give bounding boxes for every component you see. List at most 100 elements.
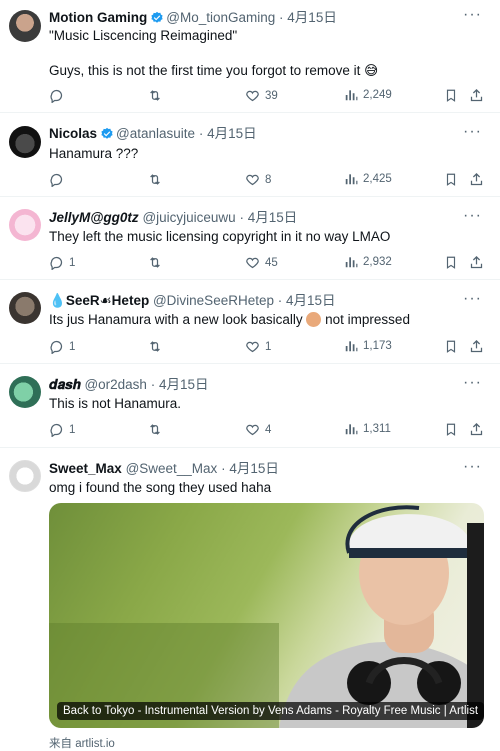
timestamp[interactable]: 4月15日 xyxy=(286,293,336,308)
man-with-headphones-image xyxy=(49,505,484,728)
tweet[interactable]: Nicolas @atanlasuite · 4月15日 ··· Hanamura… xyxy=(0,113,500,197)
share-icon xyxy=(470,422,483,436)
like-button[interactable]: 39 xyxy=(245,88,278,103)
timestamp[interactable]: 4月15日 xyxy=(248,210,298,225)
avatar[interactable] xyxy=(9,10,41,42)
like-button[interactable]: 45 xyxy=(245,255,278,270)
handle[interactable]: @atanlasuite xyxy=(116,126,195,141)
reply-button[interactable]: 1 xyxy=(49,255,75,270)
more-icon[interactable]: ··· xyxy=(463,290,482,308)
link-card-image[interactable]: Back to Tokyo - Instrumental Version by … xyxy=(49,503,484,728)
avatar[interactable] xyxy=(9,292,41,324)
timestamp[interactable]: 4月15日 xyxy=(287,10,337,25)
reply-count: 1 xyxy=(69,256,76,269)
timestamp[interactable]: 4月15日 xyxy=(229,461,279,476)
views-button[interactable]: 1,173 xyxy=(344,339,392,353)
reply-icon xyxy=(50,89,63,103)
share-icon xyxy=(470,172,483,186)
share-icon xyxy=(470,88,483,102)
share-button[interactable] xyxy=(469,339,484,354)
handle[interactable]: @or2dash xyxy=(84,377,147,392)
reply-button[interactable] xyxy=(49,88,69,103)
water-drop-icon: 💧 xyxy=(49,293,66,308)
retweet-button[interactable] xyxy=(147,172,163,187)
link-source[interactable]: 来自 artlist.io xyxy=(49,735,115,751)
views-button[interactable]: 1,311 xyxy=(344,422,391,436)
display-name[interactable]: 𝒅𝒂𝒔𝒉 xyxy=(49,377,81,392)
display-name[interactable]: JellyM@gg0tz xyxy=(49,210,139,225)
avatar[interactable] xyxy=(9,209,41,241)
avatar[interactable] xyxy=(9,460,41,492)
like-button[interactable]: 8 xyxy=(245,172,271,187)
more-icon[interactable]: ··· xyxy=(463,6,482,24)
share-button[interactable] xyxy=(469,255,484,270)
bookmark-button[interactable] xyxy=(444,339,458,354)
retweet-button[interactable] xyxy=(147,422,163,437)
like-button[interactable]: 1 xyxy=(245,339,271,354)
share-button[interactable] xyxy=(469,172,484,187)
bookmark-button[interactable] xyxy=(444,172,458,187)
retweet-icon xyxy=(150,341,160,352)
bookmark-button[interactable] xyxy=(444,88,458,103)
like-icon xyxy=(246,257,259,269)
tweet-text: omg i found the song they used haha xyxy=(49,480,272,495)
display-name[interactable]: Nicolas xyxy=(49,126,97,141)
more-icon[interactable]: ··· xyxy=(463,458,482,476)
view-count: 2,249 xyxy=(363,89,392,101)
views-button[interactable]: 2,932 xyxy=(344,255,392,269)
reply-button[interactable] xyxy=(49,172,69,187)
tweet-text: They left the music licensing copyright … xyxy=(49,229,391,244)
share-button[interactable] xyxy=(469,88,484,103)
timestamp[interactable]: 4月15日 xyxy=(159,377,209,392)
bookmark-icon xyxy=(446,340,456,353)
handle[interactable]: @Mo_tionGaming xyxy=(166,10,275,25)
tweet-text: "Music Liscencing Reimagined" xyxy=(49,28,238,43)
views-icon xyxy=(345,174,358,185)
bookmark-button[interactable] xyxy=(444,422,458,437)
tweet[interactable]: Motion Gaming @Mo_tionGaming · 4月15日 ··· … xyxy=(0,0,500,113)
tweet[interactable]: 𝒅𝒂𝒔𝒉 @or2dash · 4月15日 ··· This is not Ha… xyxy=(0,364,500,448)
like-icon xyxy=(246,90,259,102)
like-count: 4 xyxy=(265,423,272,436)
retweet-button[interactable] xyxy=(147,339,163,354)
bookmark-icon xyxy=(446,256,456,269)
timestamp[interactable]: 4月15日 xyxy=(207,126,257,141)
display-name[interactable]: SeeR☙Hetep xyxy=(66,293,149,308)
view-count: 1,173 xyxy=(363,340,392,352)
tweet[interactable]: 💧SeeR☙Hetep @DivineSeeRHetep · 4月15日 ···… xyxy=(0,280,500,364)
bookmark-button[interactable] xyxy=(444,255,458,270)
avatar[interactable] xyxy=(9,126,41,158)
like-count: 1 xyxy=(265,340,272,353)
separator: · xyxy=(239,210,244,225)
tweet-header: 𝒅𝒂𝒔𝒉 @or2dash · 4月15日 xyxy=(49,376,209,394)
link-card-caption: Back to Tokyo - Instrumental Version by … xyxy=(57,702,484,720)
handle[interactable]: @juicyjuiceuwu xyxy=(142,210,235,225)
handle[interactable]: @DivineSeeRHetep xyxy=(153,293,274,308)
display-name[interactable]: Sweet_Max xyxy=(49,461,122,476)
separator: · xyxy=(279,10,284,25)
avatar[interactable] xyxy=(9,376,41,408)
tweet-header: JellyM@gg0tz @juicyjuiceuwu · 4月15日 xyxy=(49,209,297,227)
separator: · xyxy=(277,293,283,308)
like-button[interactable]: 4 xyxy=(245,422,271,437)
retweet-icon xyxy=(150,424,160,435)
like-icon xyxy=(246,174,259,186)
like-icon xyxy=(246,424,259,436)
more-icon[interactable]: ··· xyxy=(463,123,482,141)
reply-button[interactable]: 1 xyxy=(49,422,75,437)
display-name[interactable]: Motion Gaming xyxy=(49,10,147,25)
share-icon xyxy=(470,339,483,353)
tweet[interactable]: JellyM@gg0tz @juicyjuiceuwu · 4月15日 ··· … xyxy=(0,197,500,280)
views-button[interactable]: 2,249 xyxy=(344,88,392,102)
tweet-text: Its jus Hanamura with a new look basical… xyxy=(49,311,479,329)
reply-icon xyxy=(50,173,63,187)
views-button[interactable]: 2,425 xyxy=(344,172,392,186)
more-icon[interactable]: ··· xyxy=(463,374,482,392)
retweet-button[interactable] xyxy=(147,88,168,103)
handle[interactable]: @Sweet__Max xyxy=(126,461,218,476)
share-button[interactable] xyxy=(469,422,484,437)
tweet-header: Nicolas @atanlasuite · 4月15日 xyxy=(49,125,257,146)
reply-button[interactable]: 1 xyxy=(49,339,75,354)
retweet-button[interactable] xyxy=(147,255,163,270)
more-icon[interactable]: ··· xyxy=(463,207,482,225)
